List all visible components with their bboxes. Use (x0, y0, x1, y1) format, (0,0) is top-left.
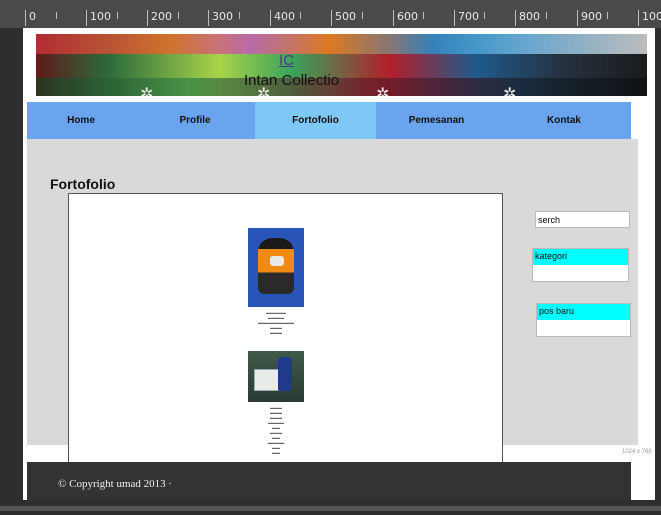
widget-title-pos-baru: pos baru (537, 304, 630, 320)
photo-caption-lines: ▬▬▬ ▬▬▬ ▬▬▬ ▬▬▬▬ ▬▬ ▬▬▬ ▬▬ ▬▬▬▬ ▬▬ ▬▬ (268, 405, 284, 455)
sparkle-icon: ✲ (503, 86, 517, 96)
copyright-text: © Copyright umad 2013 · (58, 478, 173, 490)
ruler-minor-tick (239, 12, 240, 19)
ruler-minor-tick (423, 12, 424, 19)
ruler-label: 700 (454, 10, 479, 26)
ruler-minor-tick (178, 12, 179, 19)
ruler-minor-tick (117, 12, 118, 19)
ruler-label: 800 (515, 10, 540, 26)
ruler-label: 100 (638, 10, 661, 26)
horizontal-ruler: 0 100 200 300 400 500 600 700 800 900 10… (0, 0, 661, 29)
recent-posts-widget: pos baru (536, 303, 631, 337)
ruler-label: 200 (147, 10, 172, 26)
ruler-label: 500 (331, 10, 356, 26)
ruler-label: 0 (25, 10, 36, 26)
nav-kontak[interactable]: Kontak (497, 102, 631, 139)
nav-fortofolio[interactable]: Fortofolio (255, 102, 376, 139)
editor-frame-left (0, 28, 23, 515)
ruler-label: 900 (577, 10, 602, 26)
totebag-image (254, 369, 280, 391)
header-banner: IC Intan Collectio ✲ ✲ ✲ ✲ (36, 34, 647, 96)
ruler-label: 300 (208, 10, 233, 26)
sparkle-icon: ✲ (140, 86, 154, 96)
banner-fabric-bottom (36, 78, 647, 96)
viewport-size-label: 1024 x 768 (622, 449, 652, 455)
backpack-image (258, 238, 294, 294)
search-input[interactable]: serch (535, 211, 630, 228)
category-widget: kategori (532, 248, 629, 282)
nav-pemesanan[interactable]: Pemesanan (376, 102, 497, 139)
ruler-minor-tick (607, 12, 608, 19)
page-title: Fortofolio (50, 176, 116, 192)
ruler-label: 400 (270, 10, 295, 26)
ruler-minor-tick (362, 12, 363, 19)
sparkle-icon: ✲ (376, 86, 390, 96)
ruler-minor-tick (300, 12, 301, 19)
ruler-label: 600 (393, 10, 418, 26)
editor-frame-right (655, 28, 661, 515)
ruler-minor-tick (484, 12, 485, 19)
nav-home[interactable]: Home (27, 102, 135, 139)
widget-body (533, 265, 628, 281)
blue-bag-image (278, 357, 292, 391)
backpack-logo-patch (270, 256, 284, 266)
main-navigation: Home Profile Fortofolio Pemesanan Kontak (27, 102, 631, 139)
ruler-minor-tick (56, 12, 57, 19)
logo-initials-link[interactable]: IC (279, 52, 294, 69)
portfolio-gallery[interactable]: ▬▬▬▬▬ ▬▬▬▬ ▬▬▬▬▬▬▬▬▬ ▬▬▬ ▬▬▬ ▬▬▬ ▬▬▬ ▬▬▬ ▬▬▬▬ ▬▬… (68, 193, 503, 465)
widget-title-kategori: kategori (533, 249, 628, 265)
photo-caption-lines: ▬▬▬▬▬ ▬▬▬▬ ▬▬▬▬▬▬▬▬▬ ▬▬▬ ▬▬▬ (258, 310, 294, 335)
ruler-minor-tick (546, 12, 547, 19)
sparkle-icon: ✲ (257, 86, 271, 96)
ruler-label: 100 (86, 10, 111, 26)
footer: © Copyright umad 2013 · (27, 462, 631, 500)
horizontal-scrollbar[interactable] (0, 506, 661, 511)
banner-fabric-top (36, 34, 647, 54)
product-photo-backpack[interactable] (248, 228, 304, 307)
widget-body (537, 320, 630, 336)
product-photo-totebag[interactable] (248, 351, 304, 402)
nav-profile[interactable]: Profile (135, 102, 255, 139)
